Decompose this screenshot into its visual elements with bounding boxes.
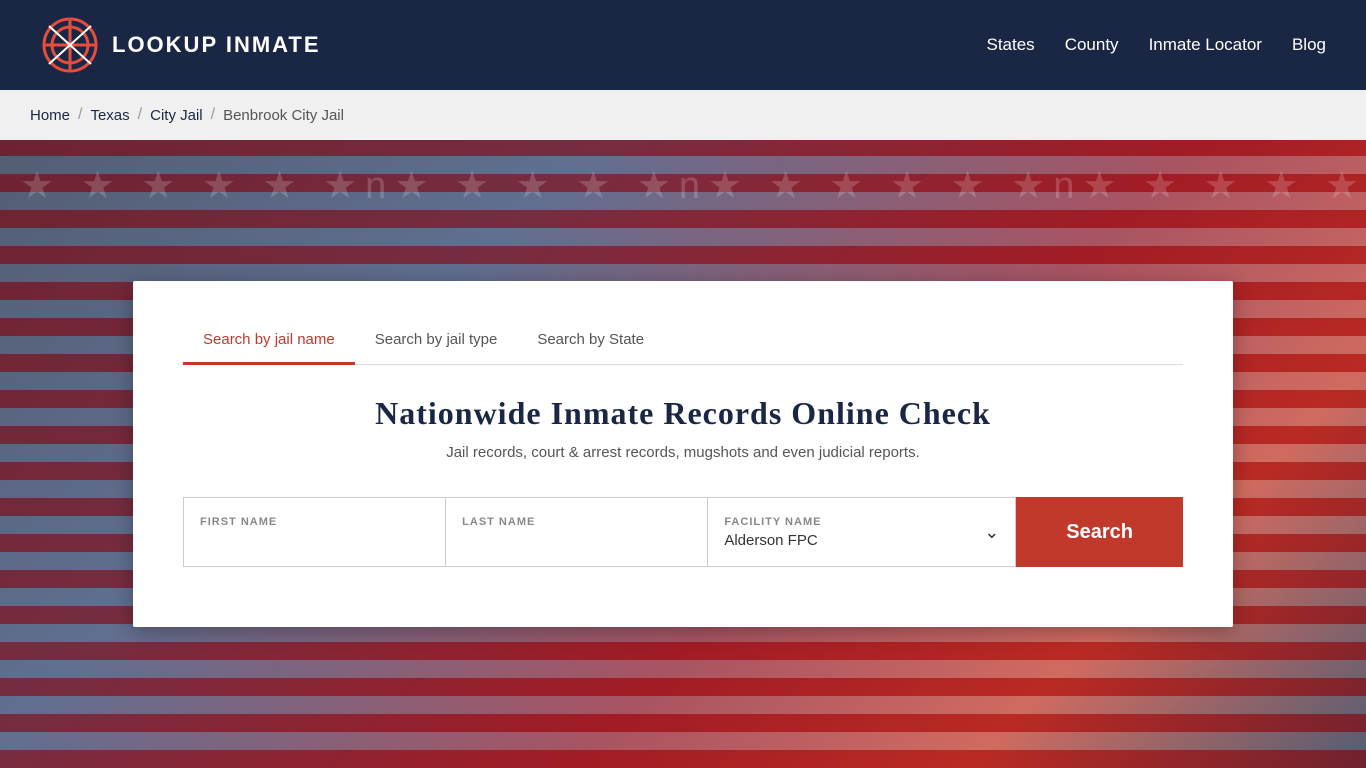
card-title: Nationwide Inmate Records Online Check [183,395,1183,432]
chevron-down-icon: ⌄ [984,522,999,543]
facility-dropdown[interactable]: FACILITY NAME Alderson FPC ⌄ [708,497,1016,567]
breadcrumb-sep-1: / [78,106,82,124]
nav-inmate-locator[interactable]: Inmate Locator [1149,35,1262,55]
first-name-input[interactable] [200,532,429,549]
nav-states[interactable]: States [986,35,1034,55]
search-button[interactable]: Search [1016,497,1183,567]
search-form: FIRST NAME LAST NAME FACILITY NAME Alder… [183,497,1183,567]
breadcrumb-home[interactable]: Home [30,107,70,124]
main-nav: States County Inmate Locator Blog [986,35,1326,55]
card-subtitle: Jail records, court & arrest records, mu… [183,444,1183,461]
last-name-field: LAST NAME [446,497,708,567]
logo-area: LOOKUP INMATE [40,15,321,75]
facility-value: Alderson FPC [724,532,821,549]
search-tabs: Search by jail name Search by jail type … [183,321,1183,365]
facility-inner: FACILITY NAME Alderson FPC [724,516,821,549]
first-name-field: FIRST NAME [183,497,446,567]
breadcrumb-texas[interactable]: Texas [90,107,129,124]
header: LOOKUP INMATE States County Inmate Locat… [0,0,1366,90]
breadcrumb: Home / Texas / City Jail / Benbrook City… [0,90,1366,140]
tab-jail-type[interactable]: Search by jail type [355,321,518,365]
breadcrumb-sep-3: / [211,106,215,124]
search-card: Search by jail name Search by jail type … [133,281,1233,627]
tab-jail-name[interactable]: Search by jail name [183,321,355,365]
last-name-label: LAST NAME [462,516,691,528]
breadcrumb-sep-2: / [138,106,142,124]
first-name-label: FIRST NAME [200,516,429,528]
nav-county[interactable]: County [1065,35,1119,55]
breadcrumb-current: Benbrook City Jail [223,107,344,124]
breadcrumb-city-jail[interactable]: City Jail [150,107,203,124]
last-name-input[interactable] [462,532,691,549]
logo-text: LOOKUP INMATE [112,32,321,58]
facility-label: FACILITY NAME [724,516,821,528]
logo-icon [40,15,100,75]
nav-blog[interactable]: Blog [1292,35,1326,55]
hero-section: Search by jail name Search by jail type … [0,140,1366,768]
tab-state[interactable]: Search by State [517,321,664,365]
